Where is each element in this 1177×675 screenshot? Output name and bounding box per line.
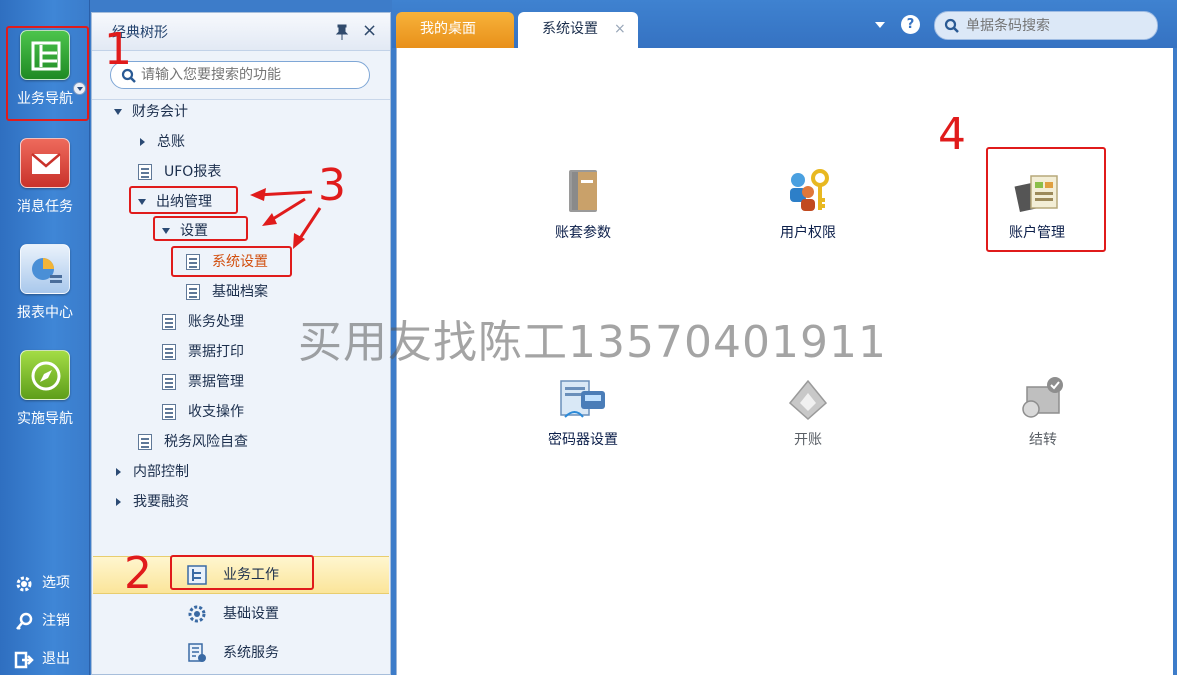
annotation-number-3: 3 [318, 160, 346, 211]
watermark-text: 买用友找陈工13570401911 [298, 317, 887, 368]
annotation-number-1: 1 [104, 24, 132, 75]
annotation-number-4: 4 [938, 109, 966, 160]
annotation-number-2: 2 [124, 548, 152, 599]
